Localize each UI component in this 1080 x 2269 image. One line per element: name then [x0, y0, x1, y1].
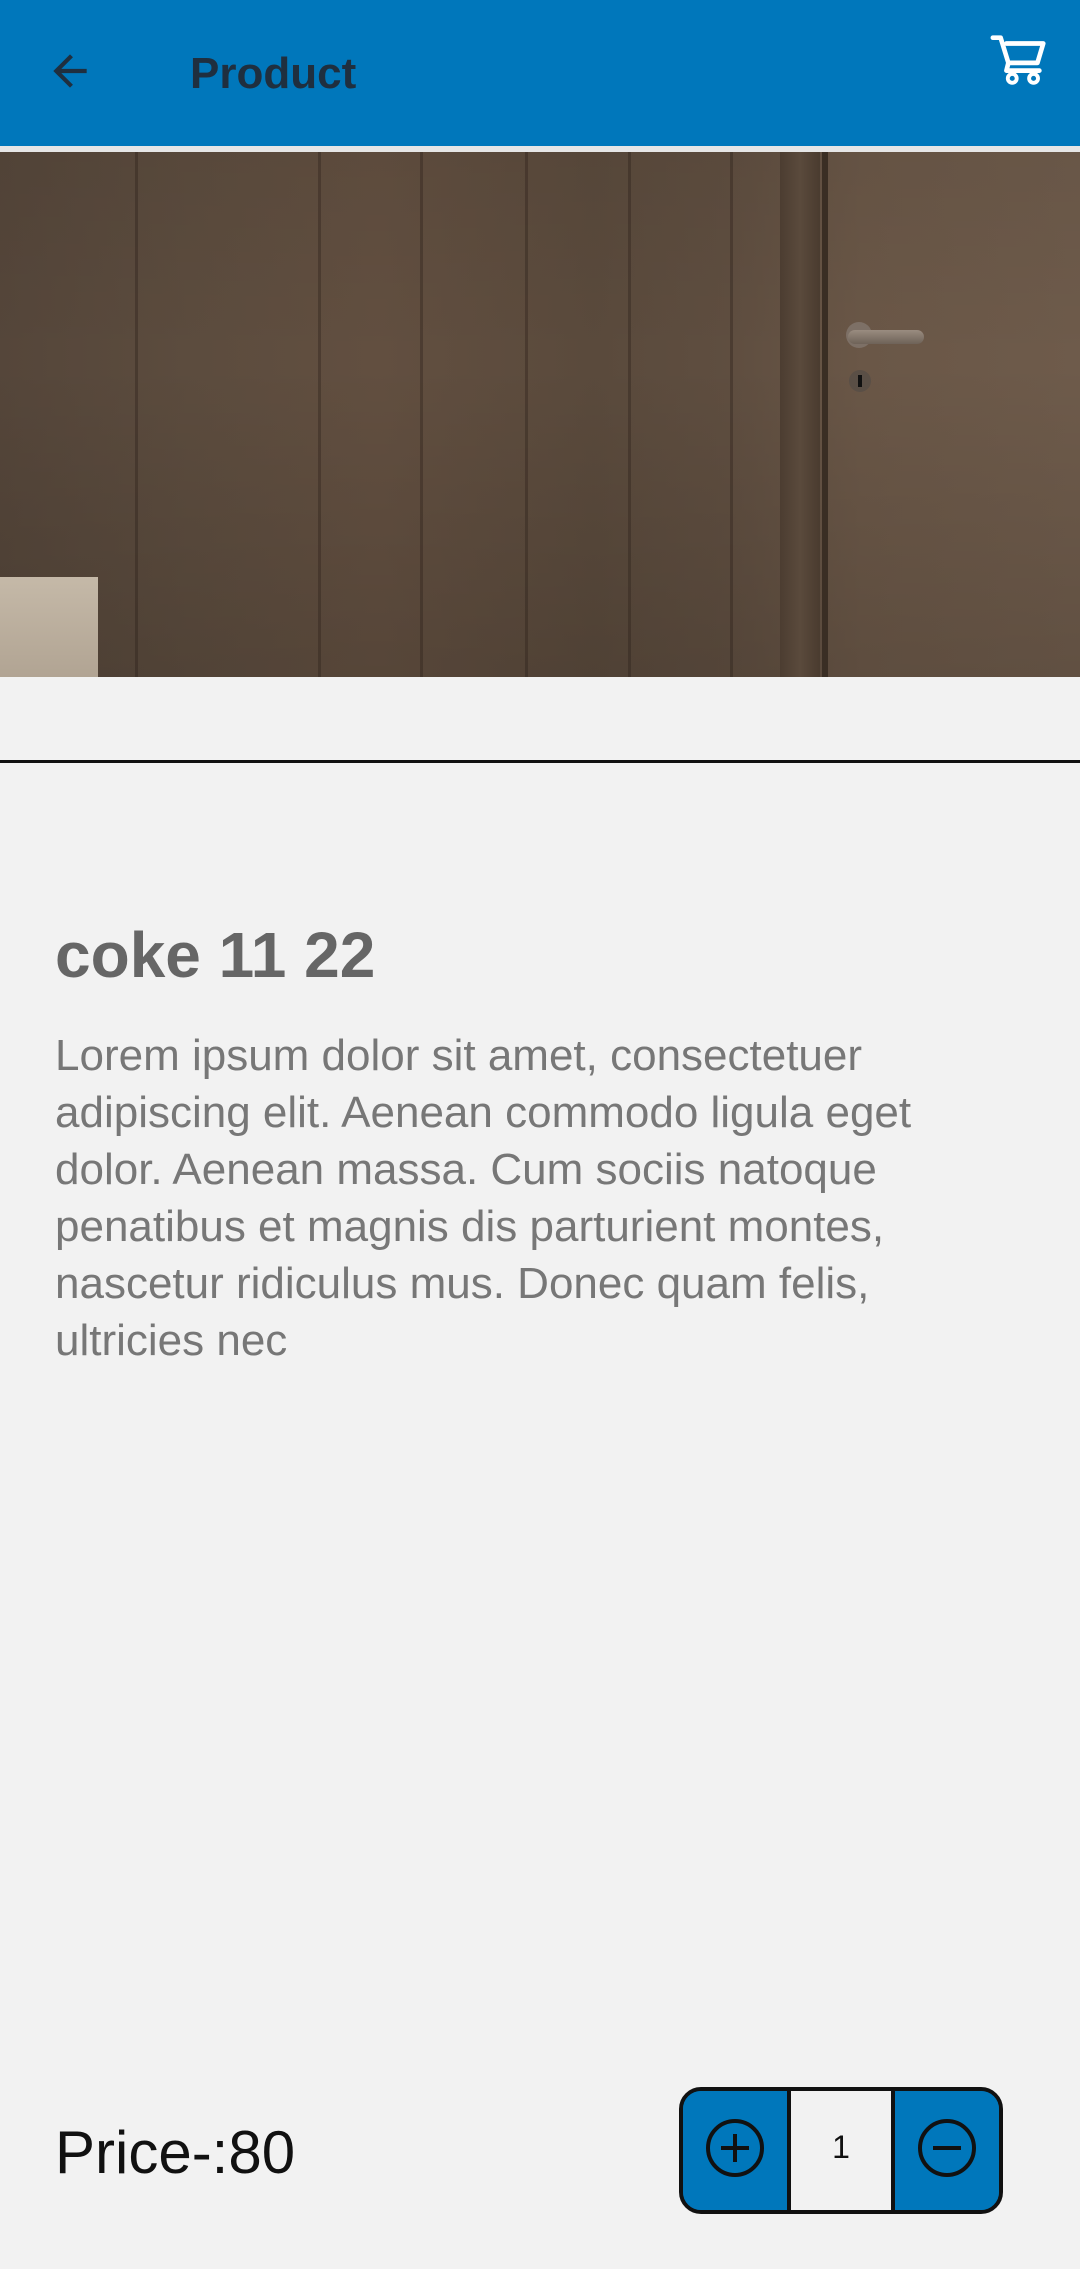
- product-page: Product coke 11 22 Lorem ipsum dolor sit…: [0, 0, 1080, 2269]
- product-description: Lorem ipsum dolor sit amet, consectetuer…: [55, 1031, 912, 1365]
- arrow-left-icon: [45, 46, 95, 101]
- cart-icon: [989, 28, 1051, 95]
- page-title: Product: [190, 49, 357, 98]
- product-image: [0, 152, 1080, 677]
- back-button[interactable]: [30, 30, 110, 116]
- minus-circle-icon: [915, 2116, 979, 2185]
- divider: [0, 760, 1080, 763]
- decrease-quantity-button[interactable]: [895, 2091, 999, 2210]
- quantity-stepper: 1: [679, 2087, 1003, 2214]
- app-bar: Product: [0, 0, 1080, 146]
- quantity-value: 1: [787, 2091, 895, 2210]
- increase-quantity-button[interactable]: [683, 2091, 787, 2210]
- plus-circle-icon: [703, 2116, 767, 2185]
- cart-button[interactable]: [975, 16, 1065, 106]
- product-price: Price-:80: [55, 2119, 296, 2186]
- product-name: coke 11 22: [55, 919, 376, 991]
